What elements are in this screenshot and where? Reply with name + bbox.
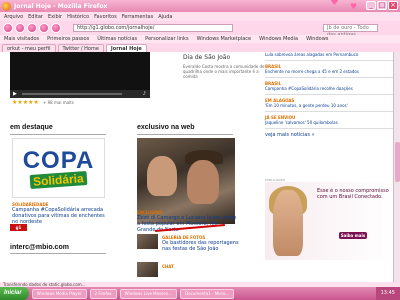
gallery-link[interactable]: Os bastidores das reportagens nas festas… xyxy=(162,240,242,252)
copa-solidaria-banner[interactable]: COPA Solidária xyxy=(12,138,105,198)
menu-help[interactable]: Ajuda xyxy=(158,14,172,20)
menu-bookmarks[interactable]: Favoritos xyxy=(94,14,117,20)
news-item-link[interactable]: Jaqueline 'salvamos' 50 quilombolas xyxy=(265,120,393,125)
right-column-news: Lula sobrevoa áreas alagadas em Pernambu… xyxy=(265,52,393,282)
search-input[interactable]: Jb de ouro - Todo das antigas xyxy=(323,24,378,38)
story-title[interactable]: Dia de São João xyxy=(183,54,230,61)
bookmarks-bar: Mais visitados Primeiros passos Últimas … xyxy=(0,35,400,43)
page-content: ▶ ♪ ★★★★★ + 98 mai malts Dia de São João… xyxy=(0,52,400,282)
window-titlebar: Jornal Hoje - Mozilla Firefox _ □ × xyxy=(0,0,400,12)
volume-icon[interactable]: ♪ xyxy=(143,91,146,97)
start-button[interactable]: Iniciar xyxy=(0,287,29,300)
rating-stars[interactable]: ★★★★★ xyxy=(12,99,39,106)
bookmark-item[interactable]: Últimas notícias xyxy=(97,36,137,42)
chat-kicker: CHAT xyxy=(162,264,174,269)
bookmark-item[interactable]: Mais visitados xyxy=(4,36,39,42)
taskbar-item[interactable]: Windows Live Messen... xyxy=(119,288,178,299)
ad-text: Esse é o nosso compromisso com um Brasil… xyxy=(317,188,389,200)
email-heading[interactable]: interc@mbio.com xyxy=(10,244,69,251)
reload-icon[interactable] xyxy=(27,23,37,33)
seek-bar[interactable] xyxy=(22,93,122,95)
divider xyxy=(10,253,106,254)
back-icon[interactable] xyxy=(3,23,13,33)
section-exclusivo: exclusivo na web xyxy=(137,124,195,131)
bookmark-item[interactable]: Windows xyxy=(306,36,328,42)
bookmark-item[interactable]: Primeiros passos xyxy=(47,36,89,42)
globo-news-logo: g1 xyxy=(10,224,27,231)
close-button[interactable]: × xyxy=(388,1,398,10)
copa-logo-line1: COPA xyxy=(22,146,95,174)
video-controls[interactable]: ▶ ♪ xyxy=(10,90,150,98)
vertical-scrollbar[interactable] xyxy=(393,52,400,282)
tab-jornal-hoje[interactable]: Jornal Hoje xyxy=(105,44,147,52)
news-item-link[interactable]: Enchente no morre chega a 45 e em 2 esta… xyxy=(265,69,393,74)
section-em-destaque: em destaque xyxy=(10,124,53,131)
advertisement-banner[interactable]: Esse é o nosso compromisso com um Brasil… xyxy=(265,182,393,260)
minimize-button[interactable]: _ xyxy=(366,1,376,10)
play-icon[interactable]: ▶ xyxy=(13,91,17,97)
divider xyxy=(10,134,106,135)
taskbar: Iniciar Windows Media Player 2 Firefox W… xyxy=(0,287,400,300)
window-controls: _ □ × xyxy=(366,1,398,10)
news-item-link[interactable]: Lula sobrevoa áreas alagadas em Pernambu… xyxy=(265,52,393,57)
menu-tools[interactable]: Ferramentas xyxy=(122,14,154,20)
stop-icon[interactable] xyxy=(39,23,49,33)
chat-thumbnail[interactable] xyxy=(137,262,158,277)
menu-file[interactable]: Arquivo xyxy=(4,14,23,20)
bookmark-item[interactable]: Windows Media xyxy=(259,36,298,42)
taskbar-item[interactable]: Windows Media Player xyxy=(31,288,87,299)
taskbar-item[interactable]: 2 Firefox xyxy=(89,288,117,299)
forward-icon[interactable] xyxy=(15,23,25,33)
menu-history[interactable]: Histórico xyxy=(67,14,89,20)
rating-count: + 98 mai malts xyxy=(43,100,74,105)
heart-decoration-icon: ♥ xyxy=(330,0,339,8)
ad-button[interactable]: Saiba mais xyxy=(339,232,367,239)
menu-bar: Arquivo Editar Exibir Histórico Favorito… xyxy=(0,12,400,21)
tab-twitter[interactable]: Twitter / Home xyxy=(57,44,104,52)
news-item-link[interactable]: Campanha #CopaSolidária recolhe doações xyxy=(265,86,393,91)
window-title: Jornal Hoje - Mozilla Firefox xyxy=(14,2,108,10)
left-story-link[interactable]: Campanha #CopaSolidária arrecada donativ… xyxy=(12,207,107,225)
taskbar-item[interactable]: Documento1 - Micro... xyxy=(180,288,235,299)
menu-view[interactable]: Exibir xyxy=(48,14,62,20)
divider xyxy=(137,134,233,135)
tab-strip: orkut - meu perfil Twitter / Home Jornal… xyxy=(0,43,400,52)
news-item-link[interactable]: 'Em 10 minutos, a gente perdeu 10 anos' xyxy=(265,103,393,108)
maximize-button[interactable]: □ xyxy=(377,1,387,10)
url-bar[interactable]: http://g1.globo.com/jornalhoje/ xyxy=(73,24,233,32)
menu-edit[interactable]: Editar xyxy=(28,14,43,20)
firefox-icon xyxy=(2,1,11,11)
navigation-toolbar: http://g1.globo.com/jornalhoje/ Jb de ou… xyxy=(0,21,400,38)
story-summary: Everaldo Costa mostra a comunidade de qu… xyxy=(183,64,265,79)
bookmark-item[interactable]: Personalizar links xyxy=(145,36,188,42)
tab-orkut[interactable]: orkut - meu perfil xyxy=(2,44,56,52)
home-icon[interactable] xyxy=(51,23,61,33)
bookmark-item[interactable]: Windows Marketplace xyxy=(197,36,252,42)
heart-decoration-icon: ♥ xyxy=(350,2,358,11)
scrollbar-thumb[interactable] xyxy=(395,142,400,182)
system-clock: 13:45 xyxy=(375,287,400,300)
gallery-thumbnail[interactable] xyxy=(137,234,158,249)
